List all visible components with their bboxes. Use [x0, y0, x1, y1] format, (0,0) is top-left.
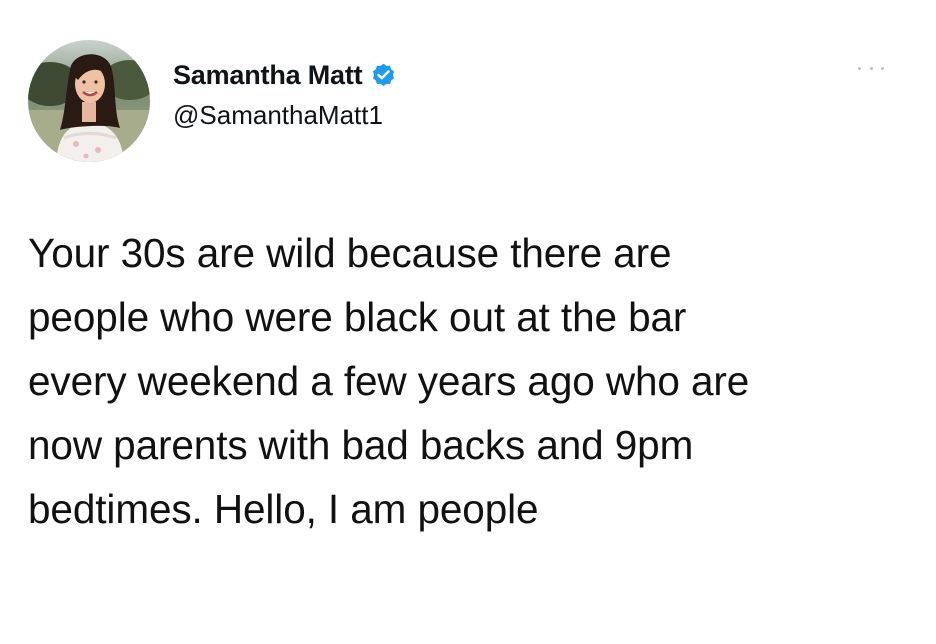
author-block: Samantha Matt @SamanthaMatt1: [173, 58, 397, 131]
avatar[interactable]: [28, 40, 150, 162]
profile-photo-icon: [28, 40, 150, 162]
tweet-text-line: people who were black out at the bar: [28, 294, 687, 340]
tweet-text-line: Your 30s are wild because there are: [28, 230, 672, 276]
tweet-text-line: bedtimes. Hello, I am people: [28, 486, 539, 532]
dot: [869, 66, 873, 70]
verified-badge-icon: [370, 62, 397, 89]
tweet-text-line: now parents with bad backs and 9pm: [28, 422, 694, 468]
tweet-text-line: every weekend a few years ago who are: [28, 358, 750, 404]
handle[interactable]: @SamanthaMatt1: [173, 100, 397, 131]
dot: [858, 66, 861, 70]
more-options-icon[interactable]: [858, 62, 884, 74]
dot: [881, 66, 884, 70]
tweet-card: Samantha Matt @SamanthaMatt1 Your 30s ar…: [0, 0, 936, 644]
tweet-text: Your 30s are wild because there are peop…: [28, 221, 908, 541]
display-name[interactable]: Samantha Matt: [173, 60, 363, 91]
name-row: Samantha Matt: [173, 58, 397, 92]
